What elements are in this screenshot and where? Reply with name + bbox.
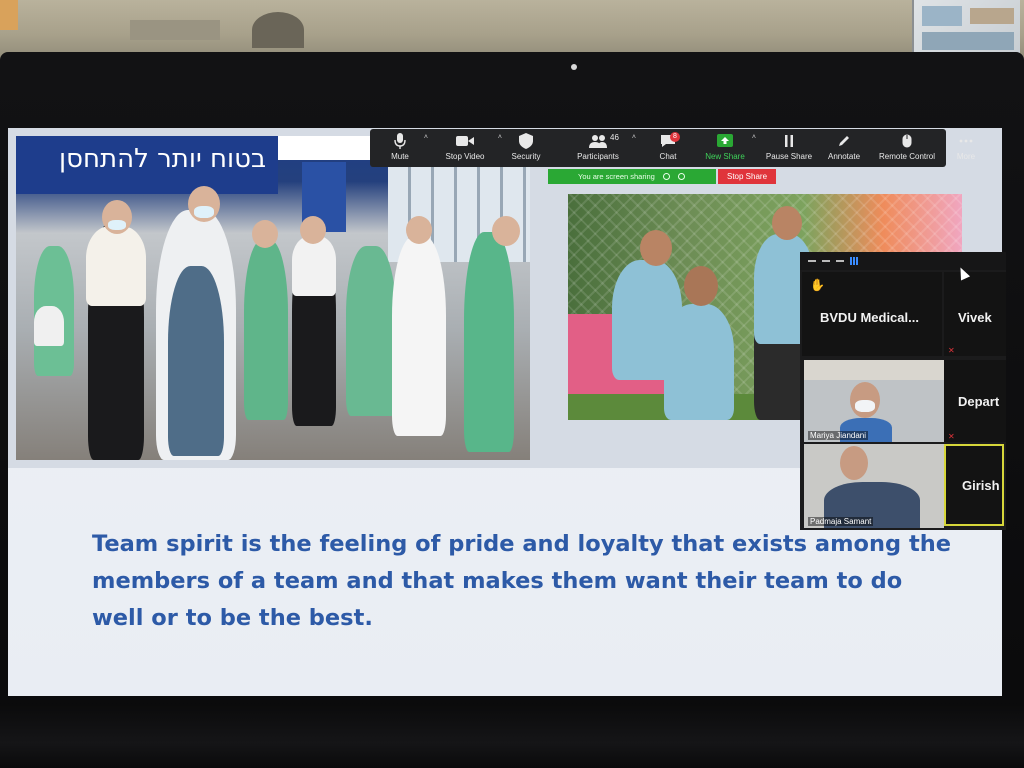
new-share-button[interactable]: New Share ˄: [702, 132, 756, 166]
video-camera-icon: [456, 132, 474, 150]
hebrew-banner: בטוח יותר להתחסן: [16, 136, 278, 194]
participant-name: Girish: [962, 478, 1000, 493]
annotate-label: Annotate: [827, 152, 861, 161]
chat-label: Chat: [659, 152, 677, 161]
webcam-dot: [571, 64, 577, 70]
panel-header: [800, 252, 1006, 270]
participant-name: Mariya Jiandani: [808, 431, 869, 440]
status-dot-icon: [677, 173, 685, 180]
participant-video-tile[interactable]: Padmaja Samant: [804, 444, 944, 528]
remote-control-button[interactable]: Remote Control: [876, 132, 938, 166]
remote-control-label: Remote Control: [878, 152, 936, 161]
participants-button[interactable]: 46 Participants ˄: [568, 132, 636, 166]
more-label: More: [956, 152, 976, 161]
gallery-view-icon[interactable]: [850, 257, 858, 265]
more-button[interactable]: More: [952, 132, 980, 166]
stop-video-button[interactable]: Stop Video ˄: [436, 132, 503, 166]
stop-share-button[interactable]: Stop Share: [718, 169, 776, 184]
participant-tile[interactable]: Depart ✕: [944, 360, 1006, 442]
pause-share-label: Pause Share: [765, 152, 813, 161]
wall-object: [130, 20, 220, 40]
mouse-icon: [898, 132, 916, 150]
people-icon: [589, 132, 607, 150]
slide-body-text: Team spirit is the feeling of pride and …: [92, 531, 951, 631]
muted-mic-icon: ✕: [948, 346, 955, 355]
participant-name: Padmaja Samant: [808, 517, 874, 526]
chevron-up-icon[interactable]: ˄: [424, 134, 428, 141]
ellipsis-icon: [957, 132, 975, 150]
wall-poster: [912, 0, 1020, 58]
chevron-up-icon[interactable]: ˄: [752, 134, 756, 141]
participant-tile[interactable]: ✋ BVDU Medical...: [802, 272, 942, 356]
pencil-icon: [835, 132, 853, 150]
minimize-icon[interactable]: [808, 260, 816, 262]
monitor-bottom: [0, 705, 1024, 768]
participant-video-tile[interactable]: Mariya Jiandani: [804, 360, 944, 442]
share-arrow-icon: [716, 132, 734, 150]
view-option-icon[interactable]: [836, 260, 844, 262]
active-speaker-tile[interactable]: Girish: [944, 444, 1004, 526]
pause-share-button[interactable]: Pause Share: [764, 132, 814, 166]
healthcare-workers-photo: בטוח יותר להתחסן: [16, 136, 530, 460]
new-share-label: New Share: [705, 152, 745, 161]
muted-mic-icon: ✕: [948, 432, 955, 441]
wall-clock: [252, 12, 304, 48]
screen-sharing-indicator: You are screen sharing: [548, 169, 716, 184]
participant-name: Depart: [958, 394, 1000, 409]
mute-button[interactable]: Mute ˄: [380, 132, 428, 166]
raised-hand-icon: ✋: [810, 278, 825, 292]
security-button[interactable]: Security: [502, 132, 550, 166]
participants-count: 46: [610, 133, 619, 142]
screen-sharing-text: You are screen sharing: [578, 172, 655, 181]
screen-share-status-bar: You are screen sharing Stop Share: [548, 169, 776, 184]
chat-unread-badge: 8: [670, 132, 680, 142]
meeting-toolbar: Mute ˄ Stop Video ˄ Security 46 Particip…: [370, 129, 975, 167]
participant-gallery-panel: ✋ BVDU Medical... Vivek ✕ Mariya Jiandan…: [800, 252, 1006, 530]
chevron-up-icon[interactable]: ˄: [632, 134, 636, 141]
security-label: Security: [511, 152, 541, 161]
stop-video-label: Stop Video: [445, 152, 485, 161]
participant-tile[interactable]: Vivek ✕: [944, 272, 1006, 356]
status-dot-icon: [662, 173, 670, 180]
annotate-button[interactable]: Annotate: [824, 132, 864, 166]
wall-object: [0, 0, 18, 30]
shield-icon: [517, 132, 535, 150]
participant-name: Vivek: [958, 310, 992, 325]
chat-button[interactable]: 8 Chat: [650, 132, 686, 166]
participants-label: Participants: [577, 152, 619, 161]
microphone-icon: [391, 132, 409, 150]
participant-name: BVDU Medical...: [820, 310, 919, 325]
pause-icon: [780, 132, 798, 150]
mute-label: Mute: [391, 152, 409, 161]
view-option-icon[interactable]: [822, 260, 830, 262]
